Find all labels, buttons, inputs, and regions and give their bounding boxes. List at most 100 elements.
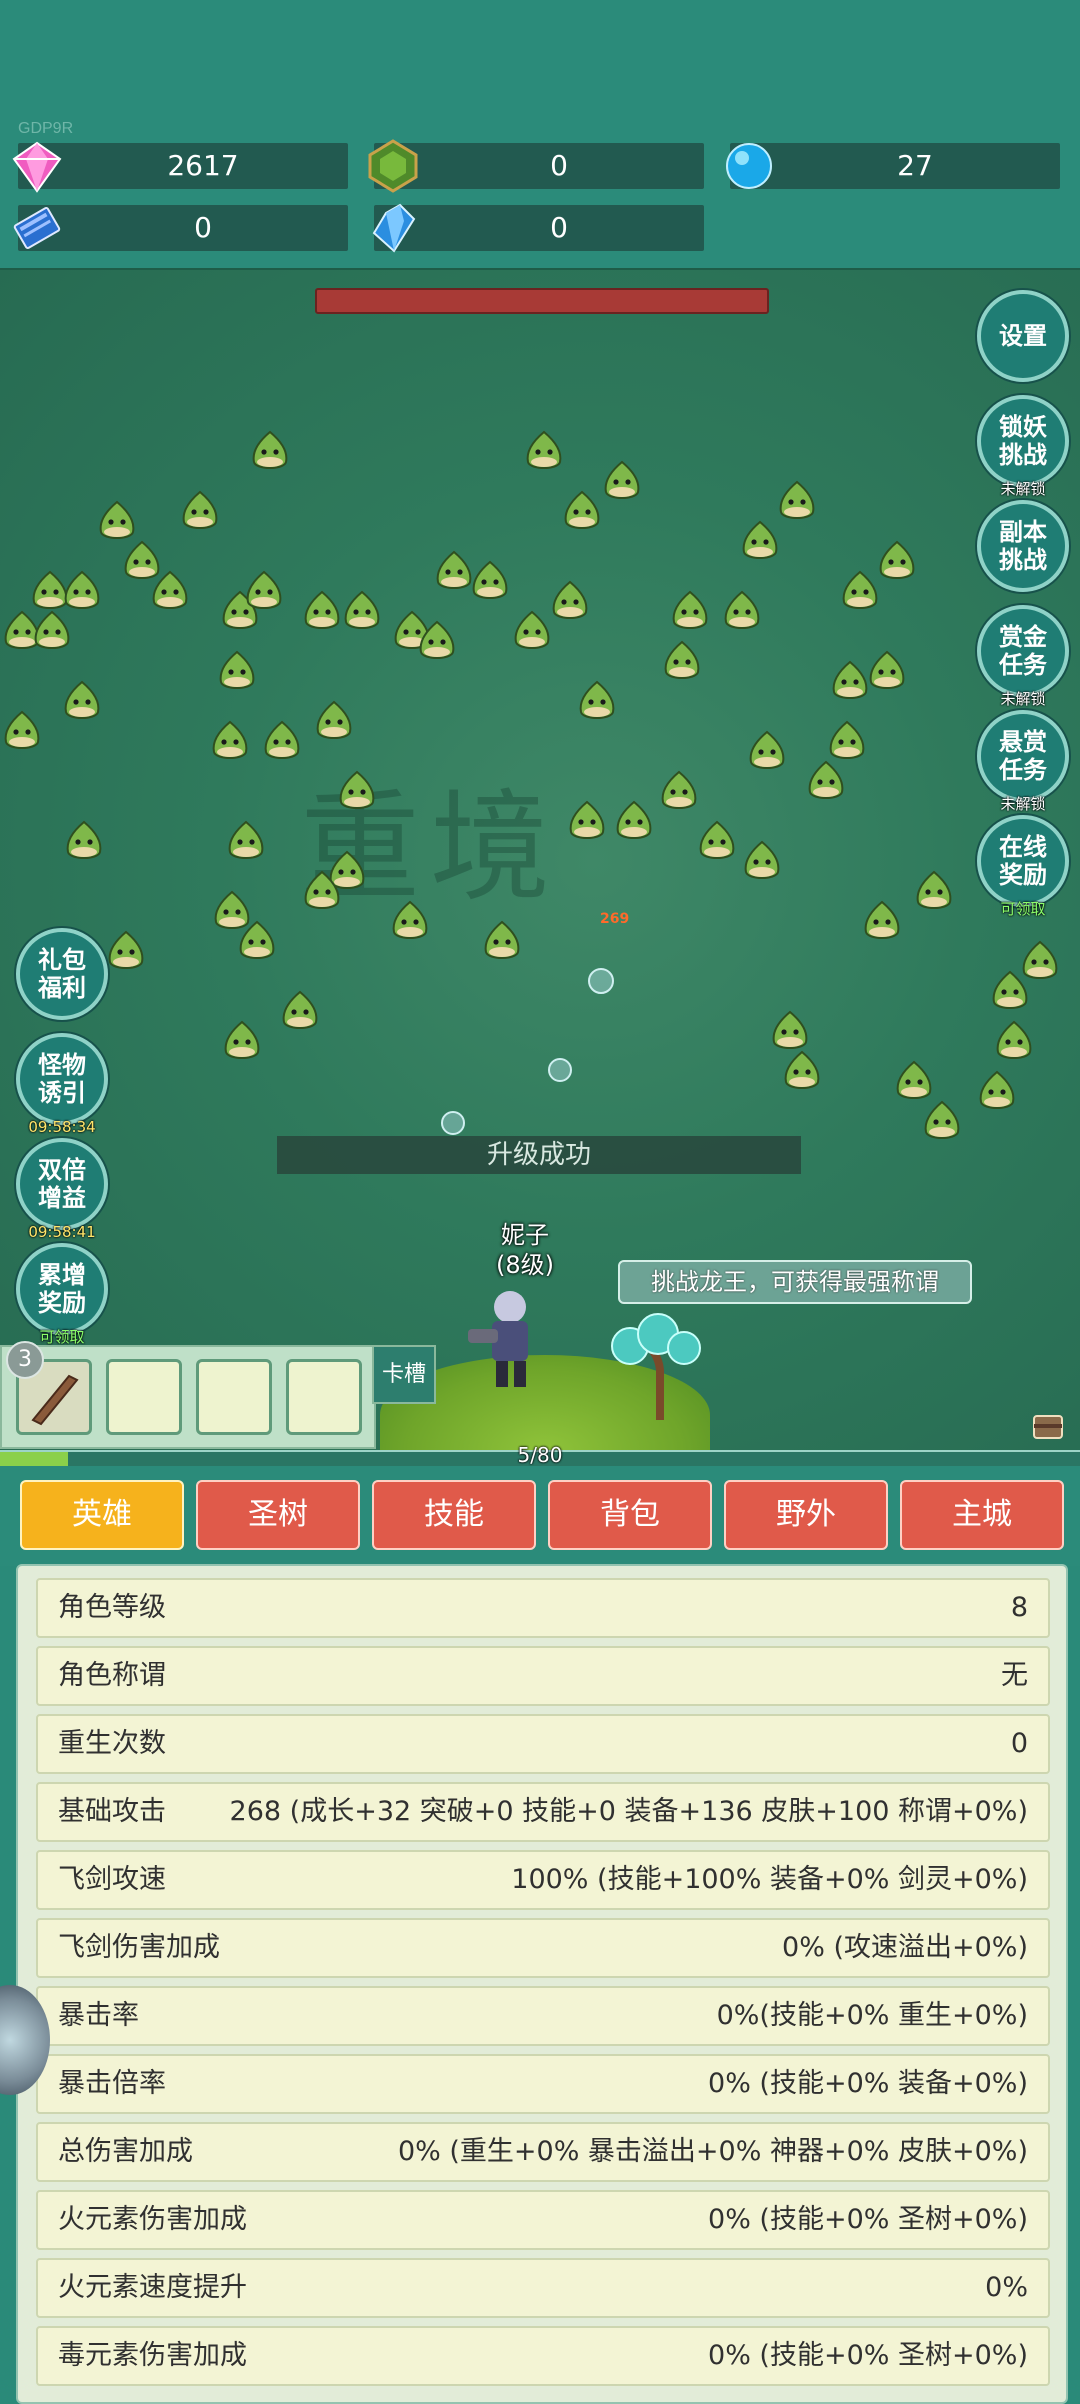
slime-monster [344,590,380,629]
skill-slot-panel: 3 [0,1341,376,1449]
skill-slot-4[interactable] [286,1359,362,1435]
slime-monster [744,840,780,879]
boss-hp-bar [315,288,769,314]
slime-monster [419,620,455,659]
tab-backpack[interactable]: 背包 [548,1480,712,1550]
slime-monster [484,920,520,959]
reward-task-label: 悬赏任务 [999,728,1047,784]
bounty-task-button[interactable]: 赏金任务 未解锁 [977,605,1069,707]
stat-row: 毒元素伤害加成 0% (技能+0% 圣树+0%) [36,2326,1050,2386]
resource-pink-gem: 2617 [12,141,348,193]
tab-hero[interactable]: 英雄 [20,1480,184,1550]
slime-monster [182,490,218,529]
slime-monster [108,930,144,969]
hero-level: (8级) [496,1251,554,1279]
stat-name: 火元素伤害加成 [58,2204,247,2235]
slime-monster [749,730,785,769]
hero-sprite[interactable] [450,1285,570,1395]
demon-lock-challenge-label: 锁妖挑战 [999,413,1047,469]
slime-monster [392,900,428,939]
tab-main-city[interactable]: 主城 [900,1480,1064,1550]
demon-lock-challenge-button[interactable]: 锁妖挑战 未解锁 [977,395,1069,497]
slime-monster [239,920,275,959]
tab-skills[interactable]: 技能 [372,1480,536,1550]
book-value: 0 [194,211,212,244]
skill-level-badge: 3 [6,1341,44,1379]
stat-name: 火元素速度提升 [58,2272,247,2303]
stat-row: 基础攻击 268 (成长+32 突破+0 技能+0 装备+136 皮肤+100 称… [36,1782,1050,1842]
stat-row: 火元素速度提升 0% [36,2258,1050,2318]
online-reward-button[interactable]: 在线奖励 可领取 [977,815,1069,917]
stat-row: 暴击率 0%(技能+0% 重生+0%) [36,1986,1050,2046]
cumulative-reward-button[interactable]: 累增奖励 可领取 [16,1243,108,1345]
slime-monster [264,720,300,759]
slime-monster [784,1050,820,1089]
stat-value: 0% [985,2272,1028,2303]
hero-stats-panel[interactable]: 角色等级 8 角色称谓 无 重生次数 0 基础攻击 268 (成长+32 突破+0 技能… [16,1564,1068,2404]
skill-slot-2[interactable] [106,1359,182,1435]
slime-monster [664,640,700,679]
slime-monster [526,430,562,469]
stat-name: 基础攻击 [58,1796,166,1827]
stat-name: 暴击倍率 [58,2068,166,2099]
bounty-task-status: 未解锁 [1000,690,1046,708]
slime-monster [604,460,640,499]
monster-lure-button[interactable]: 怪物诱引 09:58:34 [16,1033,108,1135]
slime-monster [996,1020,1032,1059]
bounty-task-label: 赏金任务 [999,623,1047,679]
slime-monster [304,870,340,909]
reward-task-button[interactable]: 悬赏任务 未解锁 [977,710,1069,812]
slime-monster [916,870,952,909]
slime-monster [672,590,708,629]
slime-monster [514,610,550,649]
slime-monster [564,490,600,529]
slime-monster [472,560,508,599]
double-buff-timer: 09:58:41 [28,1223,96,1241]
stat-name: 总伤害加成 [58,2136,193,2167]
dragon-king-tip[interactable]: 挑战龙王，可获得最强称谓 [618,1260,972,1304]
slime-monster [224,1020,260,1059]
card-slot-button[interactable]: 卡槽 [372,1345,436,1404]
slime-monster [979,1070,1015,1109]
tab-holy-tree[interactable]: 圣树 [196,1480,360,1550]
settings-button[interactable]: 设置 [977,290,1069,382]
gdp-label: GDP9R [18,120,74,137]
reward-task-status: 未解锁 [1000,795,1046,813]
slime-monster [282,990,318,1029]
slime-monster [772,1010,808,1049]
stat-name: 暴击率 [58,2000,139,2031]
stat-row: 暴击倍率 0% (技能+0% 装备+0%) [36,2054,1050,2114]
slime-monster [924,1100,960,1139]
stat-value: 0% (技能+0% 圣树+0%) [708,2340,1028,2371]
skill-slot-3[interactable] [196,1359,272,1435]
tab-wild[interactable]: 野外 [724,1480,888,1550]
stat-row: 飞剑伤害加成 0% (攻速溢出+0%) [36,1918,1050,1978]
damage-popup: 269 [600,911,630,927]
pink-gem-value: 2617 [167,149,239,182]
slime-monster [699,820,735,859]
battle-field[interactable]: 重境 269 升级成功 妮子 (8级) 挑战龙王，可获得最强称谓 设置 锁妖挑战… [0,268,1080,1452]
blue-orb-value: 27 [897,149,933,182]
stat-row: 总伤害加成 0% (重生+0% 暴击溢出+0% 神器+0% 皮肤+0%) [36,2122,1050,2182]
slime-monster [228,820,264,859]
dungeon-challenge-button[interactable]: 副本挑战 [977,500,1069,592]
gift-pack-button[interactable]: 礼包福利 [16,928,108,1020]
stat-row: 角色称谓 无 [36,1646,1050,1706]
slime-monster [64,680,100,719]
spirit-tree[interactable] [600,1310,720,1420]
bubble-projectile [441,1111,465,1135]
slime-monster [864,900,900,939]
double-buff-button[interactable]: 双倍增益 09:58:41 [16,1138,108,1240]
slime-monster [552,580,588,619]
stat-value: 0% (重生+0% 暴击溢出+0% 神器+0% 皮肤+0%) [397,2136,1028,2167]
resource-blue-crystal: 0 [372,203,704,253]
slime-monster [34,610,70,649]
slime-monster [779,480,815,519]
bubble-projectile [548,1058,572,1082]
settings-button-label: 设置 [999,322,1047,350]
hero-name: 妮子 [501,1221,549,1249]
slime-monster [246,570,282,609]
bubble-projectile [588,968,614,994]
double-buff-label: 双倍增益 [38,1156,86,1212]
stat-value: 100% (技能+100% 装备+0% 剑灵+0%) [511,1864,1028,1895]
